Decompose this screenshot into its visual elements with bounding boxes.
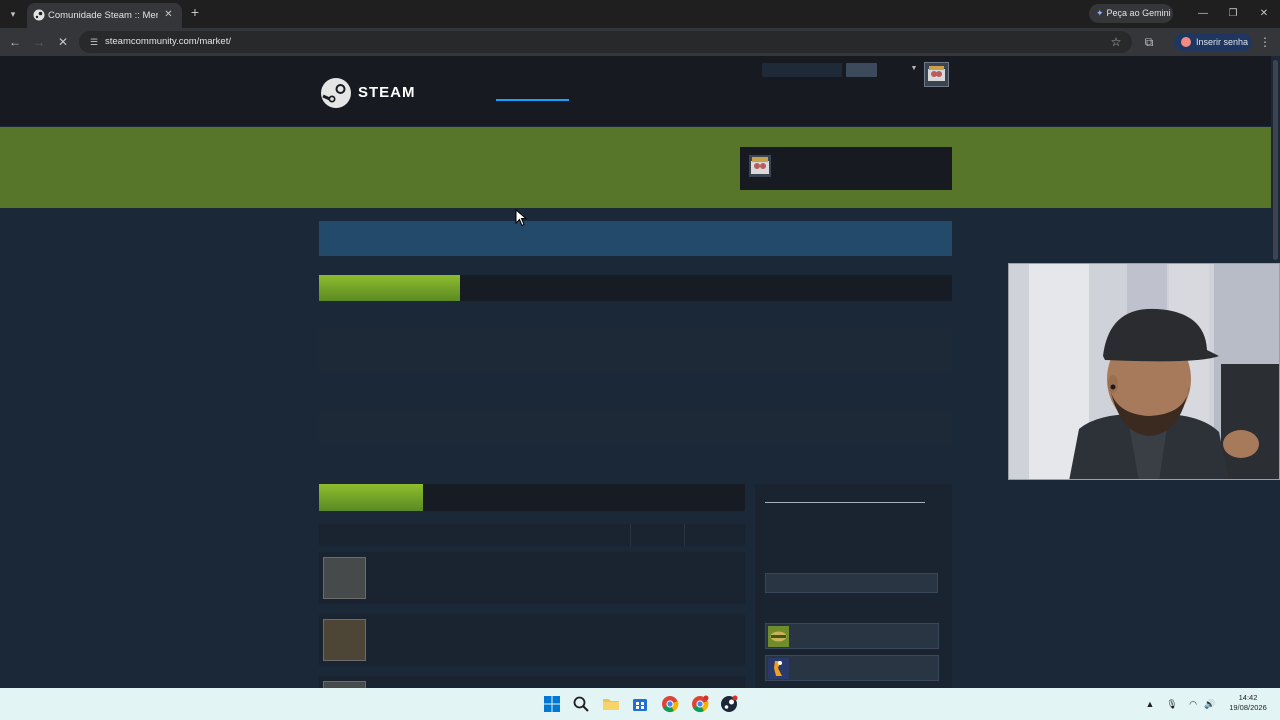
- avatar[interactable]: [924, 62, 949, 87]
- content-block: [319, 410, 952, 443]
- gemini-label: Peça ao Gemini: [1106, 8, 1171, 18]
- avatar[interactable]: [749, 155, 771, 177]
- wifi-icon[interactable]: ◠: [1186, 697, 1200, 711]
- browser-toolbar: ← → ✕ ☰ steamcommunity.com/market/ ☆ ⧉ I…: [0, 28, 1280, 56]
- table-row[interactable]: [319, 676, 745, 688]
- sidebar-game-item[interactable]: [765, 623, 939, 649]
- address-bar[interactable]: ☰ steamcommunity.com/market/ ☆: [79, 31, 1132, 53]
- profile-summary-box[interactable]: [740, 147, 952, 190]
- tab-active[interactable]: [319, 275, 460, 301]
- column-divider: [630, 524, 631, 546]
- webcam-overlay: [1008, 263, 1280, 480]
- star-icon[interactable]: ☆: [1108, 34, 1124, 50]
- tab-title: Comunidade Steam :: Mercado: [48, 10, 158, 21]
- close-window-icon[interactable]: ✕: [1256, 6, 1272, 22]
- windows-taskbar: ▲ 🎙 ◠ 🔊 14:42 19/08/2026: [0, 688, 1280, 720]
- column-divider: [684, 524, 685, 546]
- avatar-art-icon: [751, 157, 769, 174]
- item-thumbnail: [323, 681, 366, 688]
- nav-active-indicator: [496, 99, 569, 101]
- back-icon[interactable]: ←: [7, 34, 23, 50]
- store-icon[interactable]: [631, 695, 649, 713]
- account-name-placeholder[interactable]: [762, 63, 842, 77]
- listings-header: [319, 524, 745, 546]
- chevron-up-icon[interactable]: ▲: [1143, 697, 1157, 711]
- clock-time: 14:42: [1238, 693, 1258, 702]
- sidebar-placeholder[interactable]: [765, 573, 938, 593]
- file-explorer-icon[interactable]: [602, 695, 620, 713]
- minimize-icon[interactable]: —: [1195, 6, 1211, 22]
- stop-icon[interactable]: ✕: [55, 34, 71, 50]
- tab-list-icon[interactable]: ▾: [5, 6, 21, 22]
- microphone-icon[interactable]: 🎙: [1165, 697, 1179, 711]
- password-label: Inserir senha: [1196, 37, 1249, 47]
- clock-date: 19/08/2026: [1229, 703, 1267, 712]
- ask-gemini-button[interactable]: ✦ Peça ao Gemini: [1089, 4, 1173, 23]
- steam-header: STEAM ▼: [0, 56, 1271, 126]
- avatar-art-icon: [928, 66, 945, 81]
- close-icon[interactable]: ✕: [162, 8, 175, 22]
- volume-icon[interactable]: 🔊: [1203, 697, 1217, 711]
- forward-icon[interactable]: →: [31, 34, 47, 50]
- sidebar-game-item[interactable]: [765, 655, 939, 681]
- game-icon: [768, 658, 789, 679]
- market-tabs: [319, 275, 952, 301]
- install-steam-placeholder[interactable]: [846, 63, 877, 77]
- webcam-feed-image: [1009, 264, 1279, 479]
- steam-logo-icon[interactable]: [320, 77, 352, 109]
- browser-tab-active[interactable]: Comunidade Steam :: Mercado ✕: [27, 3, 182, 28]
- chrome-icon[interactable]: [691, 695, 709, 713]
- mouse-cursor-icon: [515, 209, 527, 227]
- table-row[interactable]: [319, 552, 745, 604]
- item-thumbnail: [323, 557, 366, 599]
- extensions-icon[interactable]: ⧉: [1141, 34, 1157, 50]
- browser-tab-bar: ▾ Comunidade Steam :: Mercado ✕ + ✦Peça …: [0, 0, 1280, 28]
- table-row[interactable]: [319, 614, 745, 666]
- chevron-down-icon[interactable]: ▼: [910, 65, 918, 73]
- market-search-bar[interactable]: [319, 221, 952, 256]
- scroll-thumb[interactable]: [1273, 60, 1278, 260]
- steam-favicon: [33, 9, 45, 21]
- key-icon: [1181, 37, 1191, 47]
- market-banner: [0, 127, 1271, 208]
- plus-icon[interactable]: +: [187, 5, 203, 21]
- steam-icon[interactable]: [720, 695, 738, 713]
- item-thumbnail: [323, 619, 366, 661]
- url-text[interactable]: steamcommunity.com/market/: [105, 36, 231, 48]
- market-sidebar: [755, 484, 952, 688]
- sidebar-divider: [765, 502, 925, 503]
- tab-active[interactable]: [319, 484, 423, 511]
- system-clock[interactable]: 14:42 19/08/2026: [1222, 693, 1274, 713]
- listings-tabs: [319, 484, 745, 511]
- windows-start-icon[interactable]: [543, 695, 561, 713]
- search-icon[interactable]: [572, 695, 590, 713]
- chrome-icon[interactable]: [661, 695, 679, 713]
- site-info-icon[interactable]: ☰: [87, 35, 101, 49]
- game-icon: [768, 626, 789, 647]
- menu-icon[interactable]: ⋮: [1257, 34, 1273, 50]
- enter-password-button[interactable]: Inserir senha: [1174, 33, 1252, 51]
- steam-logo-text[interactable]: STEAM: [358, 84, 416, 101]
- content-block: [319, 327, 952, 371]
- restore-icon[interactable]: ❐: [1225, 6, 1241, 22]
- gemini-icon: ✦: [1096, 8, 1104, 18]
